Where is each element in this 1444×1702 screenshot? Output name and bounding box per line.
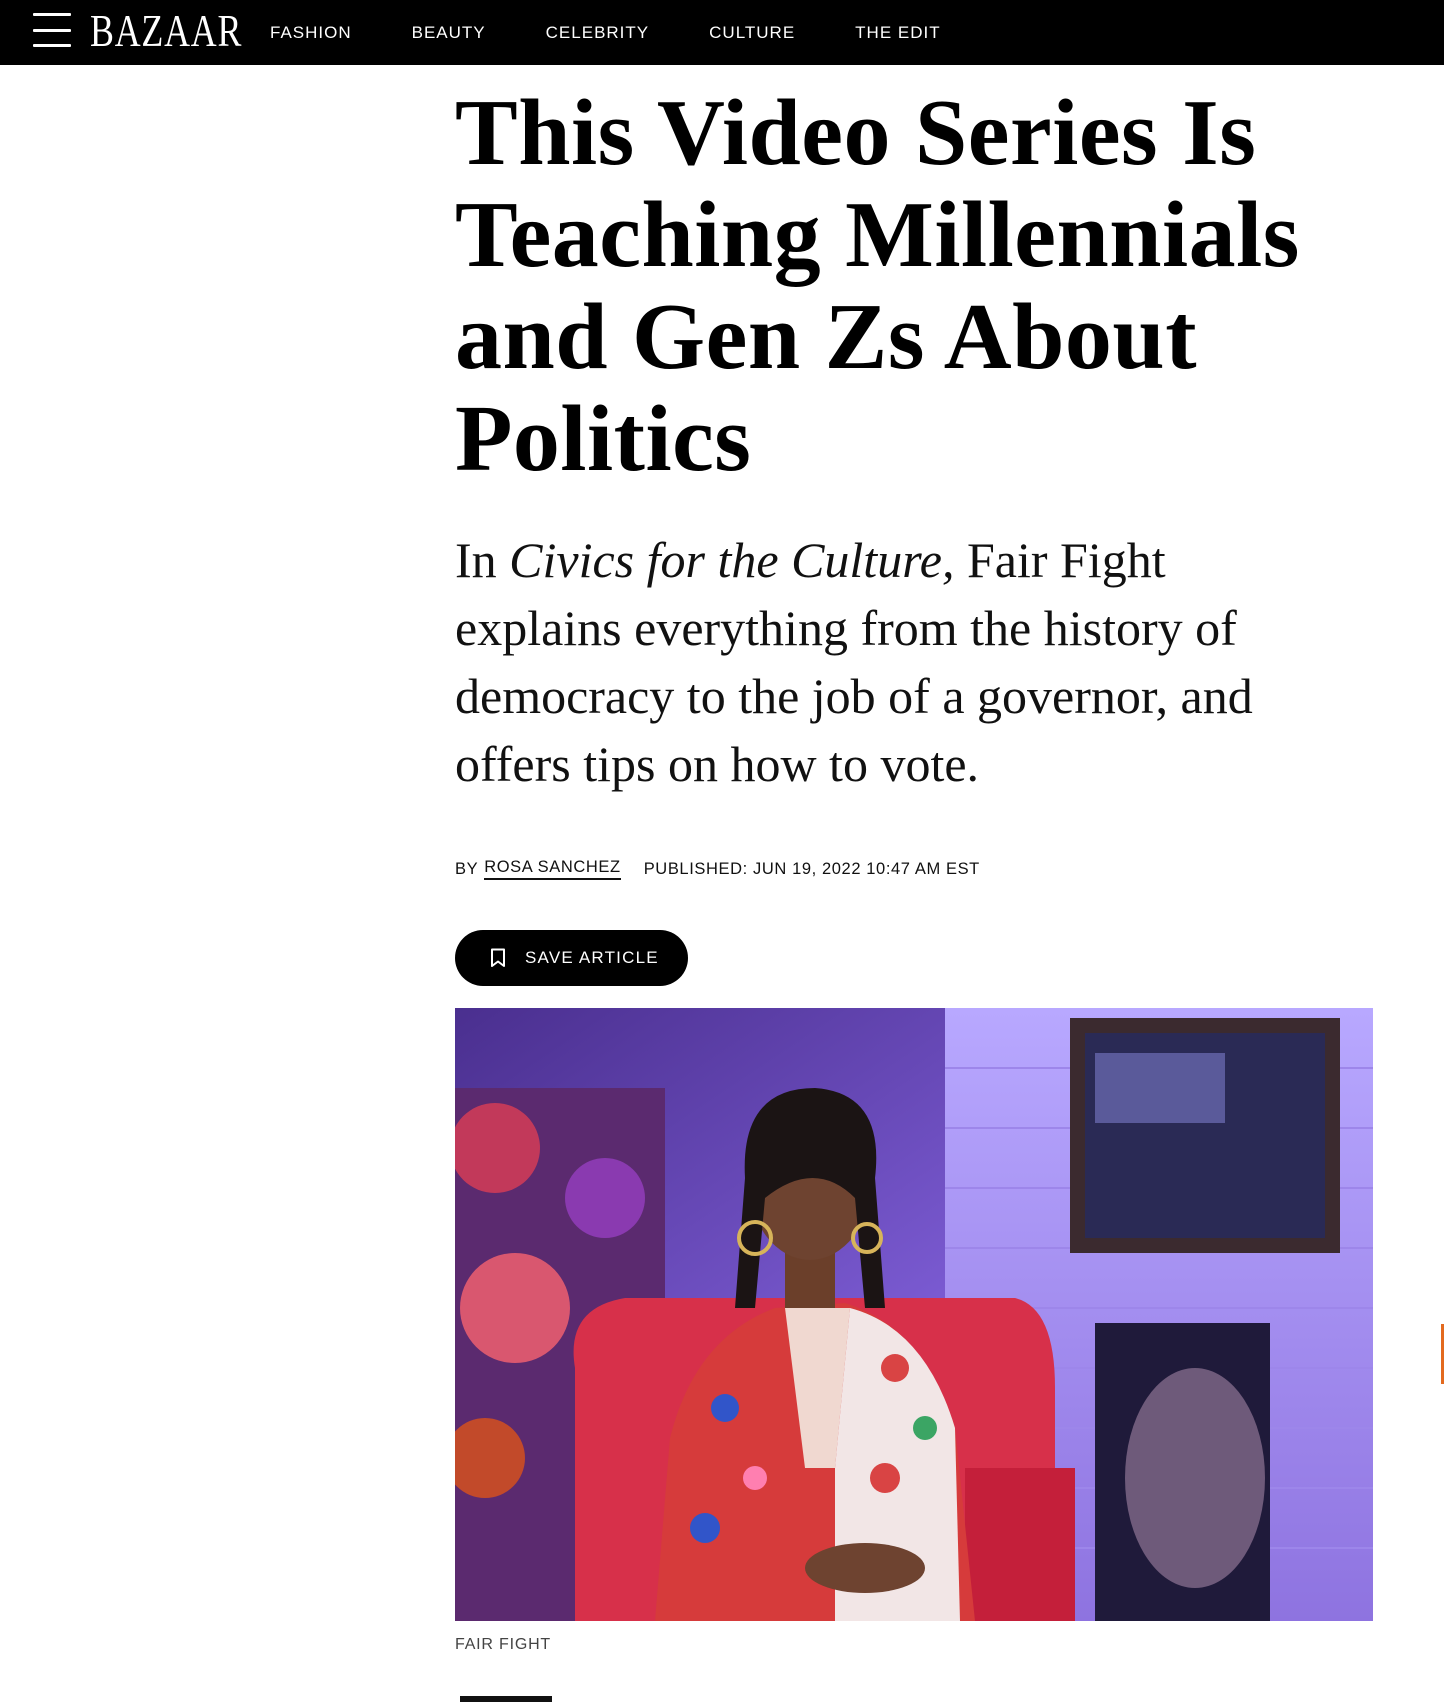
- primary-nav: FASHION BEAUTY CELEBRITY CULTURE THE EDI…: [270, 0, 1001, 65]
- byline: BY ROSA SANCHEZ PUBLISHED: JUN 19, 2022 …: [455, 857, 980, 881]
- dek-prefix: In: [455, 532, 510, 588]
- article-headline: This Video Series Is Teaching Millennial…: [455, 81, 1300, 491]
- article-dek: In Civics for the Culture, Fair Fight ex…: [455, 526, 1335, 798]
- menu-icon[interactable]: [33, 13, 71, 47]
- nav-item-culture[interactable]: CULTURE: [709, 23, 795, 43]
- save-article-button[interactable]: SAVE ARTICLE: [455, 930, 688, 986]
- byline-prefix: BY: [455, 859, 479, 878]
- site-logo[interactable]: BAZAAR: [90, 6, 242, 56]
- image-caption: FAIR FIGHT: [455, 1636, 551, 1653]
- nav-item-beauty[interactable]: BEAUTY: [412, 23, 486, 43]
- dek-series-title: Civics for the Culture,: [509, 532, 955, 588]
- nav-item-the-edit[interactable]: THE EDIT: [855, 23, 940, 43]
- body-start-rule: [460, 1696, 552, 1702]
- nav-item-fashion[interactable]: FASHION: [270, 23, 352, 43]
- publish-date: PUBLISHED: JUN 19, 2022 10:47 AM EST: [643, 859, 980, 878]
- bookmark-icon: [490, 948, 506, 973]
- save-article-label: SAVE ARTICLE: [525, 948, 659, 967]
- author-link[interactable]: ROSA SANCHEZ: [484, 858, 621, 880]
- hero-image: [455, 1008, 1373, 1621]
- nav-item-celebrity[interactable]: CELEBRITY: [546, 23, 649, 43]
- top-navigation-bar: BAZAAR FASHION BEAUTY CELEBRITY CULTURE …: [0, 0, 1444, 65]
- hero-photo-illustration: [455, 1008, 1373, 1621]
